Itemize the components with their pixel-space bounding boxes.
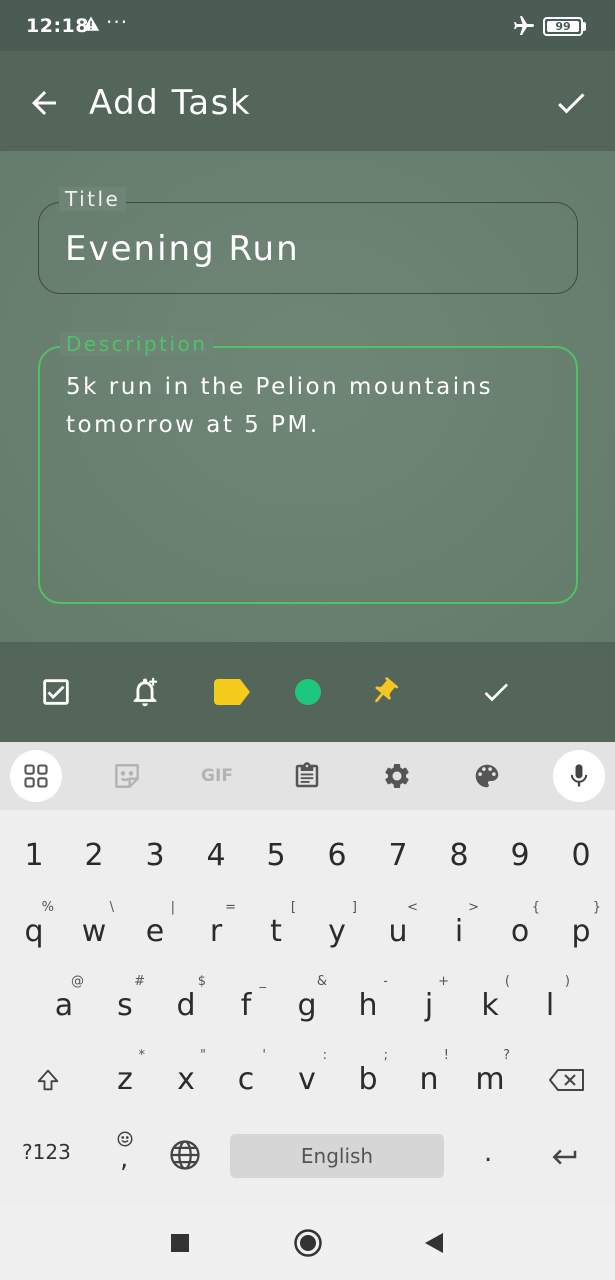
globe-icon[interactable] [168, 1138, 202, 1172]
app-bar: Add Task [0, 51, 615, 151]
key-1[interactable]: 1 [6, 828, 62, 888]
title-label: Title [59, 187, 127, 211]
key-7[interactable]: 7 [370, 828, 426, 888]
warning-icon [82, 16, 100, 31]
palette-icon[interactable] [461, 750, 513, 802]
recents-square-icon[interactable] [170, 1233, 190, 1253]
checkbox-icon[interactable] [36, 672, 76, 712]
description-input-value[interactable]: 5k run in the Pelion mountains tomorrow … [66, 368, 556, 444]
key-u[interactable]: < u [370, 900, 426, 960]
key-2[interactable]: 2 [66, 828, 122, 888]
apps-grid-icon[interactable] [10, 750, 62, 802]
task-form: Title Evening Run Description 5k run in … [0, 151, 615, 642]
key-j[interactable]: + j [401, 974, 457, 1034]
key-m[interactable]: ? m [462, 1048, 518, 1108]
save-check-icon[interactable] [553, 85, 589, 121]
key-y[interactable]: ] y [309, 900, 365, 960]
title-field[interactable]: Title Evening Run [38, 187, 578, 294]
key-8[interactable]: 8 [431, 828, 487, 888]
period-key[interactable]: . [484, 1138, 492, 1168]
settings-gear-icon[interactable] [371, 750, 423, 802]
key-o[interactable]: {o [492, 900, 548, 960]
key-a[interactable]: @ a [36, 974, 92, 1034]
description-label: Description [60, 332, 214, 356]
key-4[interactable]: 4 [188, 828, 244, 888]
key-t[interactable]: [t [248, 900, 304, 960]
key-s[interactable]: # s [97, 974, 153, 1034]
key-z[interactable]: * z [97, 1048, 153, 1108]
key-5[interactable]: 5 [248, 828, 304, 888]
key-h[interactable]: -h [340, 974, 396, 1034]
key-v[interactable]: :v [279, 1048, 335, 1108]
key-q[interactable]: % q [6, 900, 62, 960]
backspace-key[interactable] [538, 1048, 594, 1108]
title-input-value[interactable]: Evening Run [65, 229, 300, 269]
description-field[interactable]: Description 5k run in the Pelion mountai… [38, 332, 578, 604]
clipboard-icon[interactable] [281, 750, 333, 802]
key-r[interactable]: = r [188, 900, 244, 960]
key-l[interactable]: ) l [522, 974, 578, 1034]
key-9[interactable]: 9 [492, 828, 548, 888]
space-bar[interactable]: English [230, 1134, 444, 1178]
check-icon[interactable] [476, 672, 516, 712]
more-notifications-indicator: ··· [106, 10, 129, 34]
keyboard-toolbar: GIF [0, 742, 615, 810]
symbols-key[interactable]: ?123 [22, 1140, 71, 1164]
keyboard: GIF 1 2 3 4 5 6 7 8 9 0 % q \ w | e = r [t ]… [0, 742, 615, 1206]
key-d[interactable]: $ d [158, 974, 214, 1034]
key-i[interactable]: > i [431, 900, 487, 960]
page-title: Add Task [89, 83, 252, 123]
back-triangle-icon[interactable] [423, 1232, 445, 1254]
sticker-icon[interactable] [101, 750, 153, 802]
emoji-comma-key[interactable]: , [112, 1130, 138, 1180]
pin-icon[interactable] [364, 672, 404, 712]
key-g[interactable]: & g [279, 974, 335, 1034]
key-3[interactable]: 3 [127, 828, 183, 888]
key-e[interactable]: | e [127, 900, 183, 960]
status-bar: 12:18 ··· 99 [0, 0, 615, 51]
key-p[interactable]: } p [553, 900, 609, 960]
task-toolbar [0, 642, 615, 742]
key-f[interactable]: _ f [218, 974, 274, 1034]
airplane-icon [514, 16, 534, 35]
gif-icon[interactable]: GIF [191, 750, 243, 802]
clock: 12:18 [26, 15, 89, 37]
arrow-back-icon[interactable] [26, 85, 62, 121]
key-x[interactable]: " x [158, 1048, 214, 1108]
key-6[interactable]: 6 [309, 828, 365, 888]
battery-icon: 99 [543, 17, 583, 36]
key-k[interactable]: (k [462, 974, 518, 1034]
battery-tip [583, 22, 586, 31]
color-dot-icon[interactable] [288, 672, 328, 712]
shift-key[interactable] [20, 1048, 76, 1108]
add-alarm-icon[interactable] [125, 672, 165, 712]
key-b[interactable]: ; b [340, 1048, 396, 1108]
microphone-icon[interactable] [553, 750, 605, 802]
key-n[interactable]: ! n [401, 1048, 457, 1108]
enter-icon[interactable] [548, 1142, 582, 1172]
home-circle-icon[interactable] [293, 1228, 323, 1258]
label-icon[interactable] [212, 672, 252, 712]
key-c[interactable]: ' c [218, 1048, 274, 1108]
key-0[interactable]: 0 [553, 828, 609, 888]
key-w[interactable]: \ w [66, 900, 122, 960]
navigation-bar [0, 1206, 615, 1280]
